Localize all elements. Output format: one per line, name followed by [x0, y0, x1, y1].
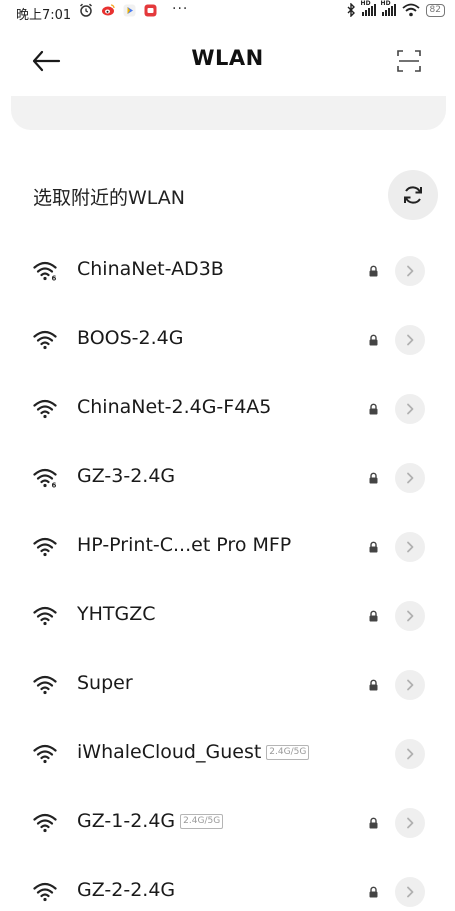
network-item[interactable]: YHTGZC: [0, 581, 455, 650]
chevron-right-icon: [407, 541, 414, 553]
connected-network-card: [11, 96, 446, 130]
network-name: ChinaNet-AD3B: [77, 258, 224, 280]
network-name: iWhaleCloud_Guest 2.4G/5G: [77, 741, 310, 763]
refresh-button[interactable]: [388, 170, 438, 220]
wifi-signal-icon: [33, 537, 57, 557]
network-item[interactable]: BOOS-2.4G: [0, 305, 455, 374]
network-item[interactable]: HP-Print-C...et Pro MFP: [0, 512, 455, 581]
lock-icon: [369, 541, 378, 553]
alarm-icon: [79, 3, 93, 17]
wifi-signal-icon: [33, 882, 57, 902]
network-details-button[interactable]: [395, 877, 425, 907]
network-name: GZ-2-2.4G: [77, 879, 176, 901]
chevron-right-icon: [407, 817, 414, 829]
wifi-signal-icon: [33, 606, 57, 626]
chevron-right-icon: [407, 334, 414, 346]
network-name: GZ-3-2.4G: [77, 465, 176, 487]
network-details-button[interactable]: [395, 325, 425, 355]
wifi-icon: [401, 3, 420, 17]
wifi-signal-icon: [33, 399, 57, 419]
wifi-signal-icon: [33, 744, 57, 764]
chevron-right-icon: [407, 679, 414, 691]
network-name: GZ-1-2.4G 2.4G/5G: [77, 810, 224, 832]
svg-text:6: 6: [52, 275, 57, 282]
network-item[interactable]: GZ-2-2.4G: [0, 857, 455, 911]
wifi6-signal-icon: 6: [33, 261, 57, 281]
chevron-right-icon: [407, 472, 414, 484]
signal-icon: HD: [381, 0, 396, 16]
network-details-button[interactable]: [395, 532, 425, 562]
network-item[interactable]: 6 ChinaNet-AD3B: [0, 236, 455, 305]
network-item[interactable]: Super: [0, 650, 455, 719]
network-details-button[interactable]: [395, 601, 425, 631]
signal-icon: HD: [361, 0, 376, 16]
lock-icon: [369, 817, 378, 829]
system-icons: HD HD 82: [347, 0, 445, 17]
svg-text:6: 6: [52, 482, 57, 489]
network-details-button[interactable]: [395, 463, 425, 493]
lock-icon: [369, 679, 378, 691]
bluetooth-icon: [347, 3, 355, 17]
network-details-button[interactable]: [395, 256, 425, 286]
notification-icons: [79, 3, 157, 17]
refresh-icon: [404, 186, 422, 204]
more-notifications-icon: ···: [172, 1, 189, 17]
chevron-right-icon: [407, 886, 414, 898]
weibo-icon: [102, 4, 115, 16]
wifi-signal-icon: [33, 330, 57, 350]
lock-icon: [369, 886, 378, 898]
lock-icon: [369, 403, 378, 415]
red-app-icon: [144, 4, 157, 16]
header: WLAN: [0, 30, 455, 90]
wifi-signal-icon: [33, 675, 57, 695]
network-name: HP-Print-C...et Pro MFP: [77, 534, 292, 556]
band-badge: 2.4G/5G: [266, 744, 310, 760]
network-details-button[interactable]: [395, 670, 425, 700]
network-name: ChinaNet-2.4G-F4A5: [77, 396, 272, 418]
network-details-button[interactable]: [395, 394, 425, 424]
wifi-signal-icon: [33, 813, 57, 833]
band-badge: 2.4G/5G: [180, 813, 224, 829]
status-time: 晚上7:01: [16, 8, 72, 23]
chevron-right-icon: [407, 748, 414, 760]
network-list: 6 ChinaNet-AD3B BOOS-2.4G ChinaNet-2.4G-F4A…: [0, 236, 455, 911]
network-item[interactable]: iWhaleCloud_Guest 2.4G/5G: [0, 719, 455, 788]
network-name: BOOS-2.4G: [77, 327, 184, 349]
battery-icon: 82: [425, 3, 445, 17]
chevron-right-icon: [407, 265, 414, 277]
status-bar: 晚上7:01 ··· HD HD 82: [0, 0, 455, 24]
play-icon: [123, 4, 136, 16]
network-name: Super: [77, 672, 133, 694]
chevron-right-icon: [407, 610, 414, 622]
network-name: YHTGZC: [77, 603, 156, 625]
scan-icon[interactable]: [396, 48, 422, 74]
network-details-button[interactable]: [395, 739, 425, 769]
network-item[interactable]: GZ-1-2.4G 2.4G/5G: [0, 788, 455, 857]
network-item[interactable]: 6 GZ-3-2.4G: [0, 443, 455, 512]
lock-icon: [369, 334, 378, 346]
lock-icon: [369, 265, 378, 277]
wifi6-signal-icon: 6: [33, 468, 57, 488]
section-title: 选取附近的WLAN: [33, 187, 186, 209]
lock-icon: [369, 610, 378, 622]
page-title: WLAN: [191, 46, 264, 70]
lock-icon: [369, 472, 378, 484]
chevron-right-icon: [407, 403, 414, 415]
network-item[interactable]: ChinaNet-2.4G-F4A5: [0, 374, 455, 443]
network-details-button[interactable]: [395, 808, 425, 838]
